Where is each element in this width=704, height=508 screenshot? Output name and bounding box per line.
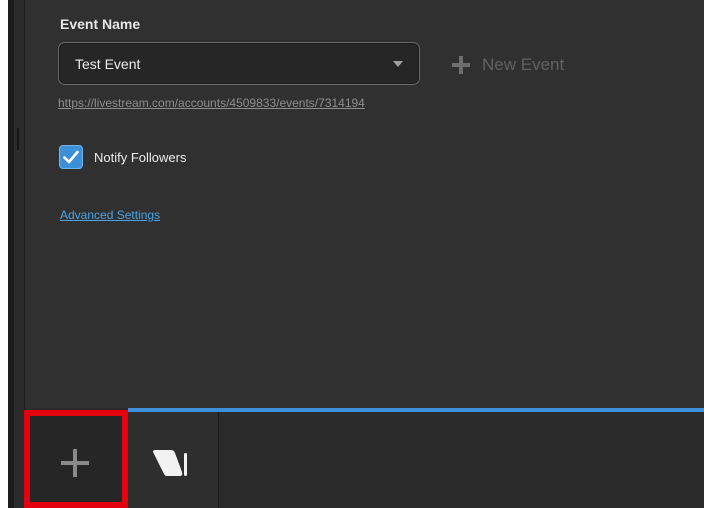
highlight-annotation <box>24 410 128 508</box>
tab-bar-empty-area <box>219 412 704 508</box>
notify-followers-checkbox[interactable] <box>59 145 83 169</box>
event-name-label: Event Name <box>60 16 141 32</box>
splitter-grip[interactable] <box>17 128 19 150</box>
plus-icon <box>452 56 470 74</box>
event-url-link[interactable]: https://livestream.com/accounts/4509833/… <box>58 96 365 110</box>
livestream-logo-icon[interactable] <box>151 449 191 477</box>
screenshot-frame: Event Name Test Event New Event https://… <box>0 0 704 508</box>
new-event-label: New Event <box>482 55 565 74</box>
chevron-down-icon <box>393 61 403 67</box>
notify-followers-option[interactable]: Notify Followers <box>59 145 186 169</box>
event-select-value: Test Event <box>75 56 141 72</box>
notify-followers-label: Notify Followers <box>94 149 187 165</box>
new-event-button[interactable]: New Event <box>452 53 564 77</box>
advanced-settings-link[interactable]: Advanced Settings <box>60 208 160 222</box>
event-select-dropdown[interactable]: Test Event <box>58 42 420 85</box>
checkmark-icon <box>63 150 79 164</box>
